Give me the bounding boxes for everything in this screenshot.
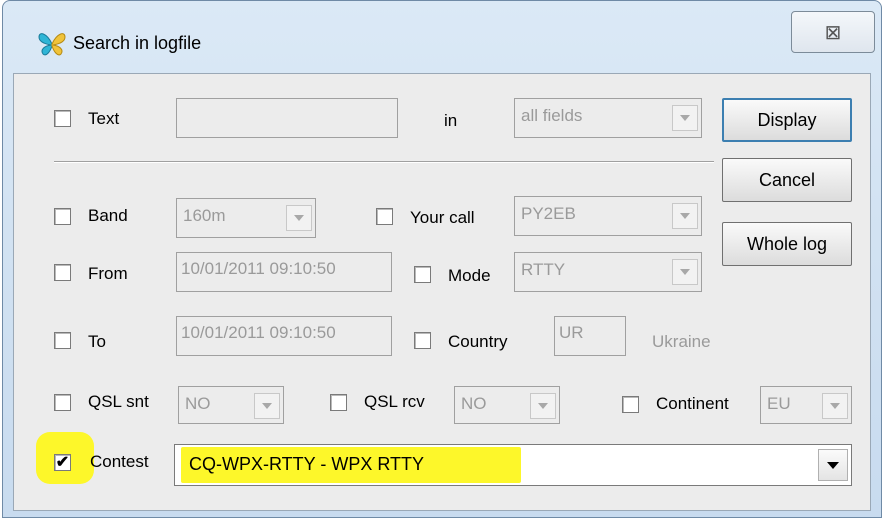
band-checkbox[interactable] <box>54 208 71 225</box>
contest-select[interactable]: CQ-WPX-RTTY - WPX RTTY <box>174 444 852 486</box>
continent-value: EU <box>767 394 791 413</box>
text-input[interactable] <box>176 98 398 138</box>
qsl-snt-select[interactable]: NO <box>178 386 284 424</box>
chevron-down-icon <box>818 449 848 481</box>
separator-line <box>54 161 714 163</box>
text-label: Text <box>88 109 120 128</box>
qsl-snt-value: NO <box>185 394 211 413</box>
cancel-button[interactable]: Cancel <box>722 158 852 202</box>
window-title: Search in logfile <box>73 33 202 53</box>
country-name: Ukraine <box>652 332 711 351</box>
from-checkbox[interactable] <box>54 264 71 281</box>
from-date-field[interactable]: 10/01/2011 09:10:50 <box>176 252 392 292</box>
mode-select[interactable]: RTTY <box>514 252 702 292</box>
whole-log-button[interactable]: Whole log <box>722 222 852 266</box>
your-call-label: Your call <box>410 208 475 227</box>
chevron-down-icon <box>822 393 848 419</box>
dialog-window: Search in logfile ⊠ Text in all fields D… <box>2 0 882 518</box>
qsl-snt-checkbox[interactable] <box>54 394 71 411</box>
continent-label: Continent <box>656 394 729 413</box>
mode-label: Mode <box>448 266 491 285</box>
country-code-field[interactable]: UR <box>554 316 626 356</box>
qsl-rcv-label: QSL rcv <box>364 392 425 411</box>
butterfly-icon <box>38 33 66 56</box>
chevron-down-icon <box>254 393 280 419</box>
title-bar: Search in logfile ⊠ <box>3 1 881 81</box>
fields-select[interactable]: all fields <box>514 98 702 138</box>
close-button[interactable]: ⊠ <box>791 11 875 53</box>
your-call-select[interactable]: PY2EB <box>514 196 702 236</box>
from-label: From <box>88 264 128 283</box>
mode-checkbox[interactable] <box>414 266 431 283</box>
your-call-select-value: PY2EB <box>521 204 576 223</box>
to-label: To <box>88 332 106 351</box>
text-checkbox[interactable] <box>54 110 71 127</box>
chevron-down-icon <box>672 105 698 131</box>
band-select-value: 160m <box>183 206 226 225</box>
qsl-rcv-checkbox[interactable] <box>330 394 347 411</box>
country-label: Country <box>448 332 508 351</box>
chevron-down-icon <box>672 259 698 285</box>
close-icon: ⊠ <box>824 21 842 44</box>
mode-select-value: RTTY <box>521 260 566 279</box>
in-label: in <box>444 111 458 130</box>
continent-select[interactable]: EU <box>760 386 852 424</box>
display-button[interactable]: Display <box>722 98 852 142</box>
qsl-snt-label: QSL snt <box>88 392 149 411</box>
contest-select-value: CQ-WPX-RTTY - WPX RTTY <box>189 454 425 474</box>
qsl-rcv-value: NO <box>461 394 487 413</box>
country-checkbox[interactable] <box>414 332 431 349</box>
to-checkbox[interactable] <box>54 332 71 349</box>
to-date-field[interactable]: 10/01/2011 09:10:50 <box>176 316 392 356</box>
contest-label: Contest <box>90 452 149 471</box>
chevron-down-icon <box>530 393 556 419</box>
chevron-down-icon <box>672 203 698 229</box>
qsl-rcv-select[interactable]: NO <box>454 386 560 424</box>
chevron-down-icon <box>286 205 312 231</box>
band-label: Band <box>88 206 128 225</box>
your-call-checkbox[interactable] <box>376 208 393 225</box>
contest-checkbox[interactable]: ✔ <box>54 454 71 471</box>
dialog-body: Text in all fields Display Cancel Whole … <box>13 73 871 511</box>
band-select[interactable]: 160m <box>176 198 316 238</box>
fields-select-value: all fields <box>521 106 583 125</box>
continent-checkbox[interactable] <box>622 396 639 413</box>
